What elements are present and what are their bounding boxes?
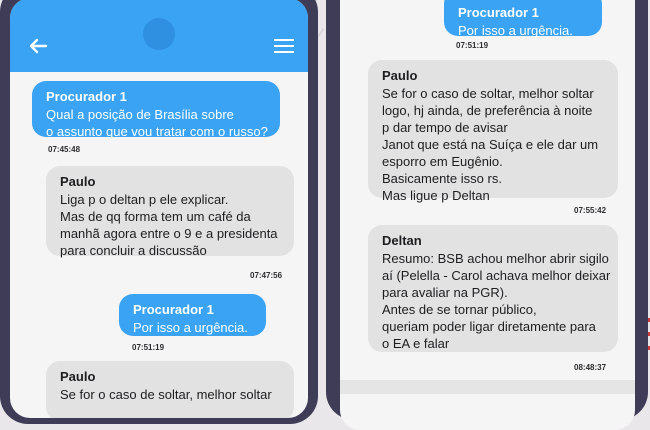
message-sender: Procurador 1: [458, 5, 539, 20]
message-bubble-outgoing: Procurador 1 Por isso a urgência.: [119, 294, 266, 336]
input-bar[interactable]: [340, 380, 635, 394]
message-sender: Paulo: [60, 174, 96, 189]
message-text: para concluir a discussão: [60, 243, 207, 258]
message-bubble-incoming: Paulo Se for o caso de soltar, melhor so…: [368, 60, 618, 203]
chat-header: [10, 0, 308, 72]
arrow-left-icon[interactable]: [28, 36, 48, 56]
message-text: Liga p o deltan p ele explicar.: [60, 192, 229, 207]
message-text: Se for o caso de soltar, melhor soltar: [60, 387, 272, 402]
message-text: Por isso a urgência.: [133, 320, 248, 335]
message-text: Por isso a urgência.: [458, 23, 573, 38]
message-text: queriam poder ligar diretamente para: [382, 319, 596, 334]
camera-notch: [143, 18, 175, 50]
message-text: p dar tempo de avisar: [382, 120, 508, 135]
message-text: Se for o caso de soltar, melhor soltar: [382, 86, 594, 101]
message-text: o EA e falar: [382, 336, 450, 351]
message-text: Resumo: BSB achou melhor abrir sigilo: [382, 251, 609, 266]
message-bubble-incoming: Paulo Liga p o deltan p ele explicar. Ma…: [46, 166, 294, 258]
message-bubble-outgoing: Procurador 1 Por isso a urgência.: [444, 0, 602, 38]
message-text: Mas de qq forma tem um café da: [60, 209, 251, 224]
hamburger-menu-icon[interactable]: [274, 38, 294, 54]
message-text: Janot que está na Suíça e ele dar um: [382, 137, 599, 152]
left-phone: Procurador 1 Qual a posição de Brasília …: [0, 0, 318, 424]
message-timestamp: 07:55:42: [574, 206, 607, 215]
message-text: logo, hj ainda, de preferência à noite: [382, 103, 593, 118]
message-sender: Procurador 1: [133, 302, 214, 317]
message-bubble-incoming: Paulo Se for o caso de soltar, melhor so…: [46, 361, 294, 418]
message-bubble-incoming: Deltan Resumo: BSB achou melhor abrir si…: [368, 225, 618, 352]
message-text: Antes de se tornar público,: [382, 302, 537, 317]
message-sender: Deltan: [382, 233, 422, 248]
left-phone-screen: Procurador 1 Qual a posição de Brasília …: [10, 0, 308, 418]
message-text: manhã agora entre o 9 e a presidenta: [60, 226, 278, 241]
message-timestamp: 07:51:19: [132, 343, 165, 352]
message-text: Mas ligue p Deltan: [382, 188, 490, 203]
message-timestamp: 07:47:56: [250, 271, 283, 280]
right-phone-screen: Procurador 1 Por isso a urgência. 07:51:…: [340, 0, 635, 430]
message-timestamp: 07:51:19: [456, 41, 489, 50]
message-timestamp: 07:45:48: [48, 145, 81, 154]
message-bubble-outgoing: Procurador 1 Qual a posição de Brasília …: [32, 81, 280, 139]
message-text: para avaliar na PGR).: [382, 285, 508, 300]
right-phone: Procurador 1 Por isso a urgência. 07:51:…: [326, 0, 648, 430]
message-text: Basicamente isso rs.: [382, 171, 502, 186]
message-sender: Paulo: [60, 369, 96, 384]
message-sender: Procurador 1: [46, 89, 127, 104]
message-text: o assunto que vou tratar com o russo?: [46, 124, 268, 139]
message-text: esporro em Eugênio.: [382, 154, 503, 169]
message-sender: Paulo: [382, 68, 418, 83]
message-text: aí (Pelella - Carol achava melhor deixar: [382, 268, 611, 283]
message-timestamp: 08:48:37: [574, 363, 607, 372]
message-text: Qual a posição de Brasília sobre: [46, 107, 234, 122]
